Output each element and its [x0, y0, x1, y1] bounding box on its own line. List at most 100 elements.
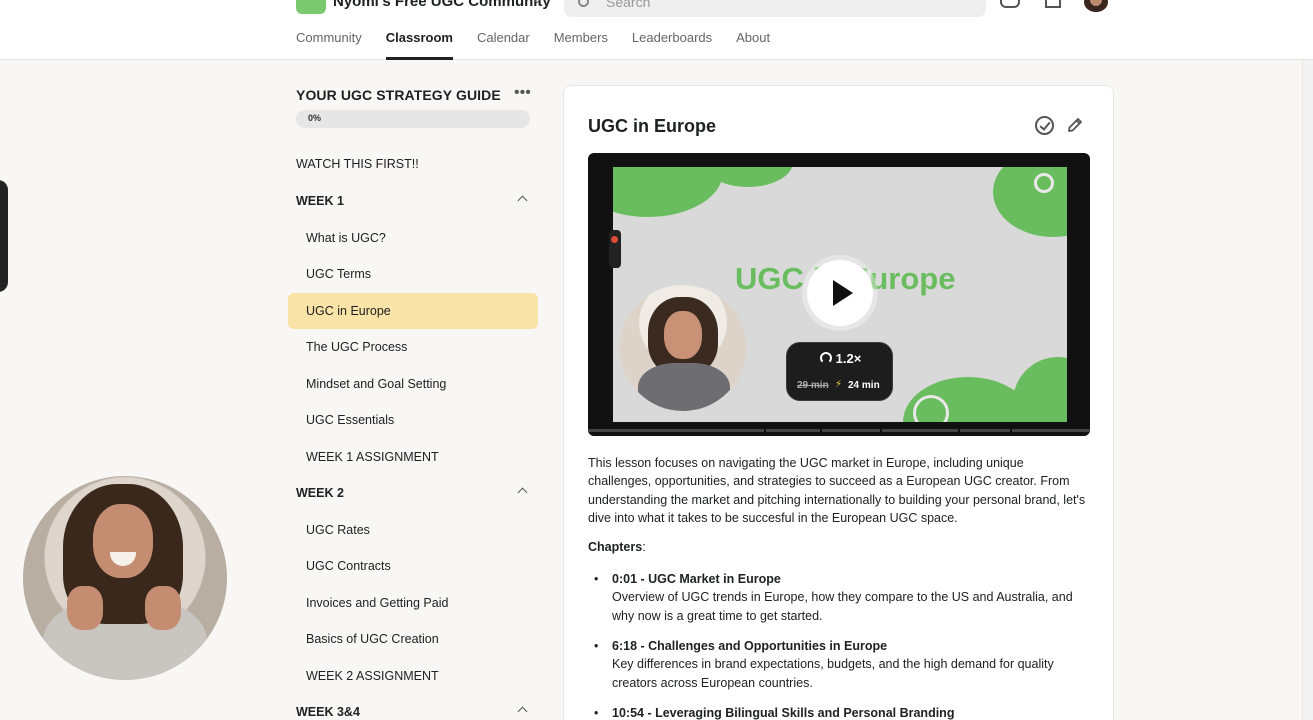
sidebar-item-ugc-terms[interactable]: UGC Terms [288, 256, 538, 292]
sidebar-item-watch-first[interactable]: WATCH THIS FIRST!! [288, 146, 538, 182]
progress-label: 0% [308, 113, 322, 123]
tab-leaderboards[interactable]: Leaderboards [632, 31, 712, 60]
sidebar-item-label: Mindset and Goal Setting [306, 377, 447, 391]
community-name[interactable]: Nyomi's Free UGC Community [333, 0, 551, 10]
sidebar-item-label: UGC Terms [306, 267, 372, 281]
sidebar-item-label: UGC in Europe [306, 304, 391, 318]
chapter-title[interactable]: 0:01 - UGC Market in Europe [612, 570, 1088, 588]
search-placeholder: Search [606, 0, 651, 10]
edit-pencil-icon[interactable] [1067, 116, 1083, 134]
sidebar-item-mindset[interactable]: Mindset and Goal Setting [288, 366, 538, 402]
course-sidebar: YOUR UGC STRATEGY GUIDE ••• 0% WATCH THI… [288, 60, 538, 720]
sidebar-item-label: UGC Contracts [306, 559, 391, 573]
slide-blob [993, 167, 1067, 237]
sidebar-item-label: The UGC Process [306, 340, 408, 354]
sidebar-item-what-is-ugc[interactable]: What is UGC? [288, 220, 538, 256]
tab-calendar[interactable]: Calendar [477, 31, 530, 60]
sidebar-item-label: Basics of UGC Creation [306, 632, 439, 646]
sidebar-section-week-3-4[interactable]: WEEK 3&4 [288, 694, 538, 720]
video-presenter [620, 285, 746, 411]
chapter-item: • 0:01 - UGC Market in Europe Overview o… [588, 570, 1088, 625]
sidebar-item-invoices[interactable]: Invoices and Getting Paid [288, 585, 538, 621]
webcam-hand [145, 586, 181, 630]
chapter-marker [764, 429, 766, 432]
original-duration: 29 min [797, 380, 829, 391]
left-edge-panel [0, 180, 8, 292]
sidebar-item-label: UGC Essentials [306, 413, 395, 427]
sidebar-item-label: WEEK 1 ASSIGNMENT [306, 450, 439, 464]
sidebar-item-label: WATCH THIS FIRST!! [296, 157, 419, 171]
sidebar-section-label: WEEK 2 [296, 486, 344, 500]
webcam-hand [67, 586, 103, 630]
new-duration: 24 min [848, 380, 880, 391]
chat-icon[interactable] [1000, 0, 1020, 8]
chapter-marker [958, 429, 960, 432]
search-input[interactable]: Search [564, 0, 986, 17]
sidebar-section-week-2[interactable]: WEEK 2 [288, 475, 538, 511]
course-progress-bar: 0% [296, 110, 530, 128]
chevron-down-icon[interactable]: ⌄ [532, 0, 542, 6]
page-scrollbar[interactable] [1302, 60, 1313, 720]
course-title: YOUR UGC STRATEGY GUIDE [296, 87, 501, 103]
video-timeline[interactable] [588, 429, 1090, 432]
chevron-up-icon[interactable] [517, 195, 528, 206]
sidebar-item-ugc-process[interactable]: The UGC Process [288, 329, 538, 365]
bolt-icon: ⚡ [835, 379, 843, 390]
lesson-title: UGC in Europe [588, 116, 717, 136]
chapters-label: Chapters [588, 540, 643, 554]
play-button[interactable] [807, 260, 873, 326]
tab-about[interactable]: About [736, 31, 770, 60]
slide-ring [1034, 173, 1054, 193]
chapter-item: • 6:18 - Challenges and Opportunities in… [588, 637, 1088, 692]
sidebar-item-label: UGC Rates [306, 523, 370, 537]
sidebar-section-label: WEEK 1 [296, 194, 344, 208]
chapter-description: Overview of UGC trends in Europe, how th… [612, 590, 1073, 623]
chapters-heading: Chapters: [588, 540, 646, 554]
sidebar-item-ugc-essentials[interactable]: UGC Essentials [288, 402, 538, 438]
sidebar-item-label: WEEK 2 ASSIGNMENT [306, 669, 439, 683]
chevron-up-icon[interactable] [517, 706, 528, 717]
sidebar-item-week-1-assignment[interactable]: WEEK 1 ASSIGNMENT [288, 439, 538, 475]
record-indicator [609, 230, 621, 268]
tab-community[interactable]: Community [296, 31, 362, 60]
top-navigation-bar: Nyomi's Free UGC Community ⌄ Search Comm… [0, 0, 1313, 60]
sidebar-item-ugc-in-europe[interactable]: UGC in Europe [288, 293, 538, 329]
sidebar-item-label: What is UGC? [306, 231, 386, 245]
webcam-face [93, 504, 153, 578]
chapter-marker [820, 429, 822, 432]
main-tabs: Community Classroom Calendar Members Lea… [296, 31, 794, 60]
tab-classroom[interactable]: Classroom [385, 31, 453, 60]
webcam-overlay[interactable] [23, 476, 227, 680]
sidebar-item-week-2-assignment[interactable]: WEEK 2 ASSIGNMENT [288, 658, 538, 694]
lesson-description: This lesson focuses on navigating the UG… [588, 456, 1086, 525]
bell-icon[interactable] [1045, 0, 1061, 8]
chapters-colon: : [642, 540, 646, 554]
presenter-face [664, 311, 702, 359]
chapter-marker [880, 429, 882, 432]
user-avatar[interactable] [1084, 0, 1108, 12]
chevron-up-icon[interactable] [517, 487, 528, 498]
sidebar-item-ugc-contracts[interactable]: UGC Contracts [288, 548, 538, 584]
slide-blob [613, 167, 723, 217]
presenter-body [638, 363, 730, 411]
mark-complete-icon[interactable] [1035, 116, 1054, 135]
chapter-item: • 10:54 - Leveraging Bilingual Skills an… [588, 704, 1088, 720]
sidebar-section-week-1[interactable]: WEEK 1 [288, 183, 538, 219]
playback-speed-pill[interactable]: 1.2× 29 min ⚡ 24 min [786, 342, 893, 401]
lesson-card: UGC in Europe UGC in Europe 1.2× 29 min [563, 85, 1114, 720]
sidebar-section-label: WEEK 3&4 [296, 705, 360, 719]
playback-speed: 1.2× [835, 351, 862, 366]
chapter-title[interactable]: 10:54 - Leveraging Bilingual Skills and … [612, 704, 1088, 720]
chapter-description: Key differences in brand expectations, b… [612, 657, 1054, 690]
chapter-title[interactable]: 6:18 - Challenges and Opportunities in E… [612, 637, 1088, 655]
video-player[interactable]: UGC in Europe 1.2× 29 min ⚡ 24 min [588, 153, 1090, 436]
more-options-icon[interactable]: ••• [514, 84, 531, 102]
search-icon [578, 0, 589, 7]
sidebar-item-ugc-rates[interactable]: UGC Rates [288, 512, 538, 548]
sidebar-item-basics-creation[interactable]: Basics of UGC Creation [288, 621, 538, 657]
sidebar-item-label: Invoices and Getting Paid [306, 596, 449, 610]
tab-members[interactable]: Members [554, 31, 608, 60]
chapter-marker [1010, 429, 1012, 432]
community-logo[interactable] [296, 0, 326, 14]
speed-gauge-icon [819, 352, 832, 364]
